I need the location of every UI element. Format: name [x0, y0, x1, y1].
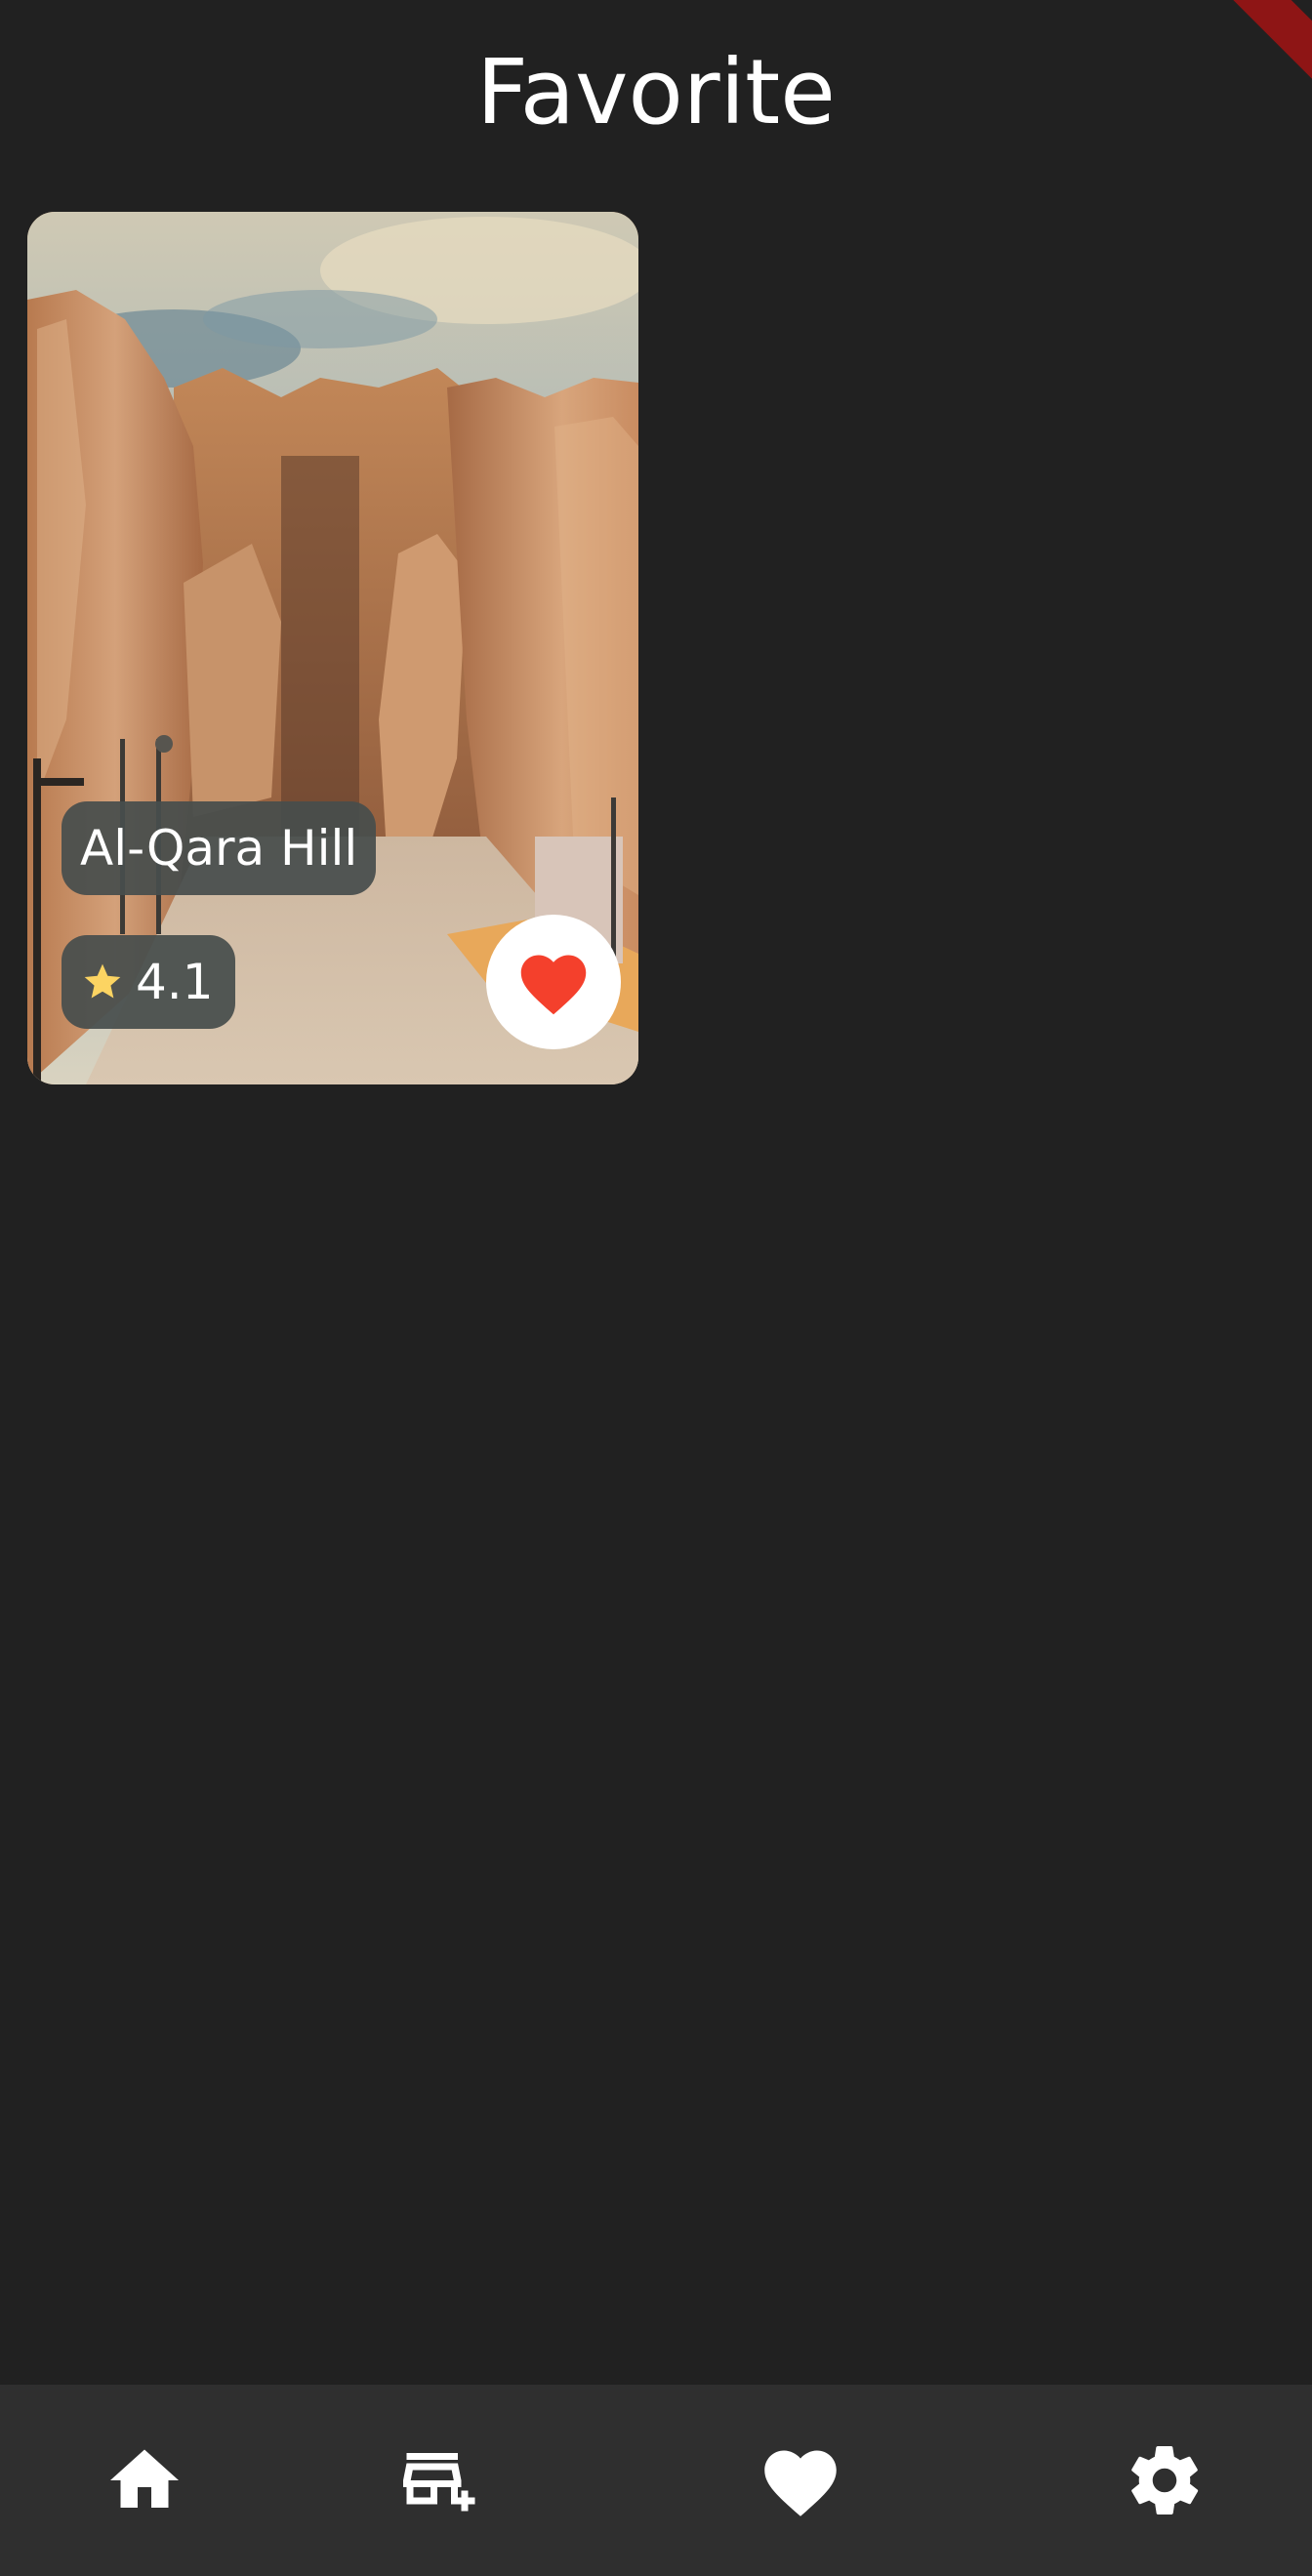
- heart-icon: [520, 955, 587, 1015]
- nav-item-favorites[interactable]: [742, 2385, 859, 2576]
- place-card[interactable]: Al-Qara Hill 4.1: [27, 212, 638, 1084]
- rating-badge: 4.1: [62, 935, 235, 1029]
- gear-icon: [1131, 2446, 1199, 2515]
- rating-value: 4.1: [136, 954, 214, 1010]
- add-business-icon: [403, 2453, 475, 2512]
- page-title: Favorite: [476, 40, 836, 144]
- bottom-navigation-bar: [0, 2385, 1312, 2576]
- favorite-toggle-button[interactable]: [486, 915, 621, 1049]
- heart-icon: [764, 2450, 837, 2516]
- favorite-screen: Favorite Al-Qara Hill 4.1: [0, 0, 1312, 2576]
- nav-item-home[interactable]: [86, 2385, 203, 2576]
- star-icon: [84, 963, 121, 999]
- home-icon: [110, 2449, 179, 2508]
- nav-item-add-place[interactable]: [379, 2385, 496, 2576]
- place-name-label: Al-Qara Hill: [62, 801, 377, 895]
- nav-item-settings[interactable]: [1106, 2385, 1223, 2576]
